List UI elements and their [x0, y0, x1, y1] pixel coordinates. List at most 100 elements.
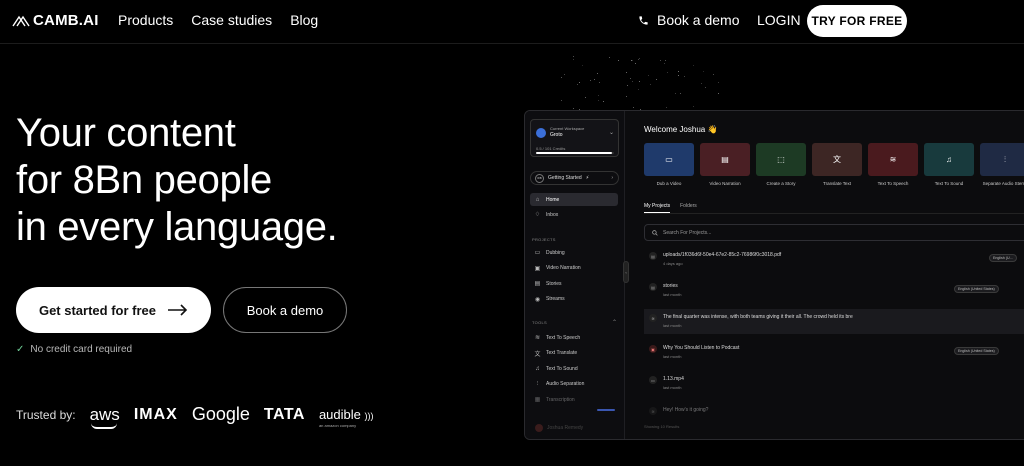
sidebar-item-transcription[interactable]: ▦ Transcription	[530, 393, 618, 406]
star	[701, 83, 703, 85]
table-row[interactable]: ▤ stories last month English (United States…	[644, 278, 1024, 303]
book-demo-button[interactable]: Book a demo	[223, 287, 347, 333]
sidebar-item-text-translate[interactable]: 文 Text Translate	[530, 347, 618, 360]
nav-link-case-studies[interactable]: Case studies	[191, 12, 272, 28]
try-for-free-button[interactable]: TRY FOR FREE	[807, 5, 907, 37]
sidebar-item-label: Audio Separation	[546, 381, 585, 387]
tile-text-to-speech[interactable]: ≋ Text To Speech	[868, 143, 918, 187]
star	[630, 77, 632, 79]
sidebar-scrollbar[interactable]	[597, 409, 615, 411]
star	[665, 107, 667, 109]
nav-links: Products Case studies Blog	[118, 12, 318, 28]
sidebar-item-home[interactable]: ⌂ Home	[530, 193, 618, 206]
project-search-input[interactable]: Search For Projects...	[644, 224, 1024, 241]
workspace-label: Current Workspace	[550, 126, 585, 131]
tile-label: Text To Sound	[934, 181, 964, 186]
star	[632, 81, 634, 83]
language-badge: English (U...	[989, 254, 1017, 262]
sidebar-item-streams[interactable]: ◉ Streams	[530, 293, 618, 306]
table-row[interactable]: ▣ Why You Should Listen to Podcast last mo…	[644, 340, 1024, 365]
star	[656, 79, 658, 81]
user-row[interactable]: Joshua Remedy	[535, 424, 583, 432]
star	[577, 83, 579, 85]
workspace-card[interactable]: Current Workspace Groto ⌄ 0.5 / 101 Cred…	[530, 119, 619, 157]
story-icon: ⬚	[756, 143, 806, 176]
sidebar-item-label: Stories	[546, 280, 562, 287]
tab-my-projects[interactable]: My Projects	[644, 203, 671, 213]
get-started-label: Get started for free	[38, 302, 157, 318]
star	[633, 107, 634, 109]
workspace-avatar	[536, 128, 546, 138]
table-row[interactable]: ▤ uploads/1f036d6f-50e4-67e2-85c2-76986f0…	[644, 247, 1024, 272]
camb-logo[interactable]: CAMB.AI	[12, 12, 99, 29]
hero-title-line-1: Your content	[16, 111, 236, 155]
nav-link-products[interactable]: Products	[118, 12, 173, 28]
sidebar-item-text-to-speech[interactable]: ≋ Text To Speech	[530, 331, 618, 344]
sidebar-item-inbox[interactable]: ♢ Inbox	[530, 208, 618, 221]
sidebar-item-label: Inbox	[546, 211, 559, 218]
star	[594, 78, 596, 80]
hero-title-line-3: in every language.	[16, 205, 338, 249]
star	[647, 74, 649, 76]
star	[692, 105, 694, 107]
sidebar-item-label: Streams	[546, 296, 565, 302]
nav-book-demo-link[interactable]: Book a demo	[638, 12, 740, 28]
star	[674, 93, 676, 95]
search-icon	[652, 229, 658, 236]
login-link[interactable]: LOGIN	[757, 12, 801, 28]
getting-started-button[interactable]: 0/8 Getting Started ⚡ ›	[530, 171, 619, 185]
sidebar-collapse-handle[interactable]: ‹	[623, 261, 629, 283]
check-icon: ✓	[16, 344, 25, 355]
sidebar-item-label: Text Translate	[546, 350, 578, 356]
user-name: Joshua Remedy	[547, 425, 584, 431]
table-row[interactable]: ≋ The final quarter was intense, with bot…	[644, 309, 1024, 334]
results-count: Showing 10 Results	[644, 424, 680, 429]
star	[608, 56, 610, 58]
tile-separate-audio-stems[interactable]: ⫶ Separate Audio Stems	[980, 143, 1024, 187]
project-type-icon: ▤	[649, 252, 657, 260]
table-row[interactable]: ≋ Hey! How's it going?	[644, 402, 1024, 427]
tile-dub-a-video[interactable]: ▭ Dub a Video	[644, 143, 694, 187]
search-placeholder: Search For Projects...	[663, 229, 712, 236]
row-timestamp: last month	[663, 323, 682, 328]
tab-folders[interactable]: Folders	[680, 203, 697, 213]
lightning-icon: ⚡	[585, 175, 590, 181]
chevron-up-icon[interactable]: ⌃	[612, 319, 617, 326]
star	[712, 74, 714, 76]
nav-link-blog[interactable]: Blog	[290, 12, 318, 28]
table-row[interactable]: ▭ 1.13.mp4 last month	[644, 371, 1024, 396]
star	[625, 95, 627, 97]
tile-video-narration[interactable]: ▤ Video Narration	[700, 143, 750, 187]
stories-icon: ▤	[534, 281, 541, 287]
sidebar-section-label: TOOLS ⌃	[532, 320, 618, 326]
star	[561, 100, 563, 102]
sidebar-item-stories[interactable]: ▤ Stories	[530, 277, 618, 290]
tile-text-to-sound[interactable]: ♫ Text To Sound	[924, 143, 974, 187]
get-started-button[interactable]: Get started for free	[16, 287, 211, 333]
sound-icon: ♫	[535, 365, 540, 372]
sidebar-item-dubbing[interactable]: ▭ Dubbing	[530, 246, 618, 259]
star	[597, 95, 599, 97]
aws-logo: aws	[90, 405, 120, 429]
credits-bar-fill	[536, 152, 613, 154]
star	[649, 84, 651, 86]
dubbing-icon: ▭	[534, 250, 541, 256]
star	[717, 81, 719, 83]
imax-logo: IMAX	[133, 405, 178, 423]
tts-icon: ≋	[868, 143, 918, 176]
project-type-icon: ▤	[649, 283, 657, 291]
star	[584, 97, 586, 99]
sound-icon: ♫	[924, 143, 974, 176]
tile-label: Dub a Video	[656, 181, 682, 186]
sidebar-item-text-to-sound[interactable]: ♫ Text To Sound	[530, 362, 618, 375]
tile-translate-text[interactable]: 文 Translate Text	[812, 143, 862, 187]
sidebar-item-audio-separation[interactable]: ⫶ Audio Separation	[530, 378, 618, 391]
row-timestamp: last month	[663, 354, 682, 359]
logo-text: CAMB.AI	[33, 12, 99, 29]
project-type-icon: ≋	[649, 314, 657, 322]
star	[639, 58, 641, 60]
user-avatar	[535, 424, 543, 432]
translate-icon: 文	[812, 143, 862, 176]
tile-create-a-story[interactable]: ⬚ Create a Story	[756, 143, 806, 187]
sidebar-item-video-narration[interactable]: ▣ Video Narration	[530, 262, 618, 275]
